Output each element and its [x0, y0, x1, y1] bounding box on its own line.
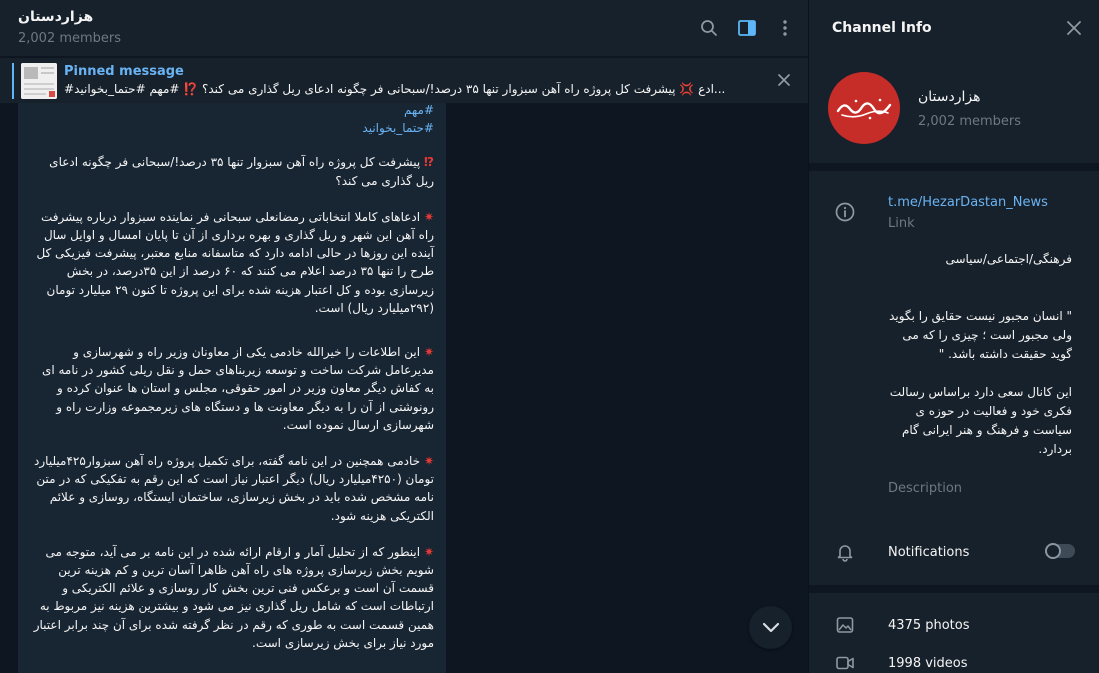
bell-icon — [835, 542, 855, 562]
message-text: اینطور که از تحلیل آمار و ارقام ارائه شد… — [33, 544, 434, 650]
channel-name: هزاردستان — [918, 89, 981, 105]
anger-symbol-icon: ✷ — [423, 454, 434, 469]
channel-link[interactable]: t.me/HezarDastan_News — [888, 195, 1048, 210]
description-caption: Description — [888, 481, 963, 496]
pinned-thumbnail — [21, 63, 57, 99]
message-paragraph: ✷ ادعاهای کاملا انتخاباتی رمضانعلی سبحان… — [30, 208, 434, 317]
message-headline: پیشرفت کل پروژه راه آهن سبزوار تنها ۳۵ د… — [49, 155, 434, 188]
pinned-accent-bar — [12, 63, 14, 99]
chat-area: هزاردستان 2,002 members Pinned message #… — [0, 0, 808, 673]
photos-count[interactable]: 4375 photos — [888, 618, 970, 633]
message-text: خادمی همچنین در این نامه گفته، برای تکمی… — [34, 454, 434, 523]
anger-symbol-icon: ✷ — [423, 345, 434, 360]
notifications-toggle[interactable] — [1045, 543, 1075, 559]
channel-info-panel: Channel Info هزاردستان 2,002 members t.m… — [809, 0, 1099, 673]
message-paragraph: ⁉ پیشرفت کل پروژه راه آهن سبزوار تنها ۳۵… — [30, 153, 434, 189]
exclamation-question-icon: ⁉ — [424, 155, 434, 170]
photo-icon — [835, 615, 855, 635]
channel-avatar[interactable] — [828, 72, 900, 144]
message-paragraph: ✷ این اطلاعات را خیرالله خادمی یکی از مع… — [30, 343, 434, 434]
toggle-knob — [1045, 543, 1061, 559]
video-icon — [835, 653, 855, 673]
anger-symbol-icon: ✷ — [423, 544, 434, 559]
message-paragraph: ✷ خادمی همچنین در این نامه گفته، برای تک… — [30, 452, 434, 525]
description-line: این کانال سعی دارد براساس رسالت فکری خود… — [889, 385, 1072, 456]
description-line: " انسان مجبور نیست حقایق را بگوید ولی مج… — [889, 309, 1072, 361]
videos-count[interactable]: 1998 videos — [888, 656, 968, 671]
channel-description: فرهنگی/اجتماعی/سیاسی " انسان مجبور نیست … — [888, 250, 1072, 459]
section-divider — [809, 163, 1099, 171]
chat-member-count: 2,002 members — [18, 31, 122, 46]
close-icon[interactable] — [774, 70, 794, 90]
message-bubble[interactable]: #مهم #حتما_بخوانید ⁉ پیشرفت کل پروژه راه… — [18, 103, 446, 673]
message-text: این اطلاعات را خیرالله خادمی یکی از معاو… — [41, 345, 434, 432]
chat-header: هزاردستان 2,002 members — [0, 0, 808, 56]
message-hashtags: #مهم #حتما_بخوانید — [30, 103, 434, 137]
hashtag-link[interactable]: #مهم — [30, 103, 434, 119]
section-divider — [809, 585, 1099, 593]
pinned-text: #ادع 💢 پیشرفت کل پروژه راه آهن سبزوار تن… — [64, 82, 726, 96]
description-line: فرهنگی/اجتماعی/سیاسی — [945, 252, 1072, 266]
pinned-label: Pinned message — [64, 64, 184, 79]
link-caption: Link — [888, 216, 915, 231]
close-icon[interactable] — [1064, 18, 1084, 38]
sidebar-toggle-icon[interactable] — [735, 16, 759, 40]
search-icon[interactable] — [697, 16, 721, 40]
info-icon — [835, 202, 855, 222]
more-vertical-icon[interactable] — [773, 16, 797, 40]
notifications-label: Notifications — [888, 545, 970, 560]
message-paragraph: ✷ اینطور که از تحلیل آمار و ارقام ارائه … — [30, 543, 434, 652]
chat-title[interactable]: هزاردستان — [18, 9, 93, 25]
channel-member-count: 2,002 members — [918, 114, 1022, 129]
scroll-to-bottom-button[interactable] — [749, 606, 792, 649]
pinned-message-bar[interactable]: Pinned message #ادع 💢 پیشرفت کل پروژه را… — [0, 57, 808, 103]
hashtag-link[interactable]: #حتما_بخوانید — [30, 119, 434, 137]
message-body: #مهم #حتما_بخوانید ⁉ پیشرفت کل پروژه راه… — [30, 103, 434, 652]
channel-logo — [836, 98, 892, 120]
chevron-down-icon — [762, 622, 779, 632]
anger-symbol-icon: ✷ — [423, 209, 434, 224]
message-text: ادعاهای کاملا انتخاباتی رمضانعلی سبحانی … — [36, 209, 434, 315]
panel-title: Channel Info — [832, 20, 932, 36]
